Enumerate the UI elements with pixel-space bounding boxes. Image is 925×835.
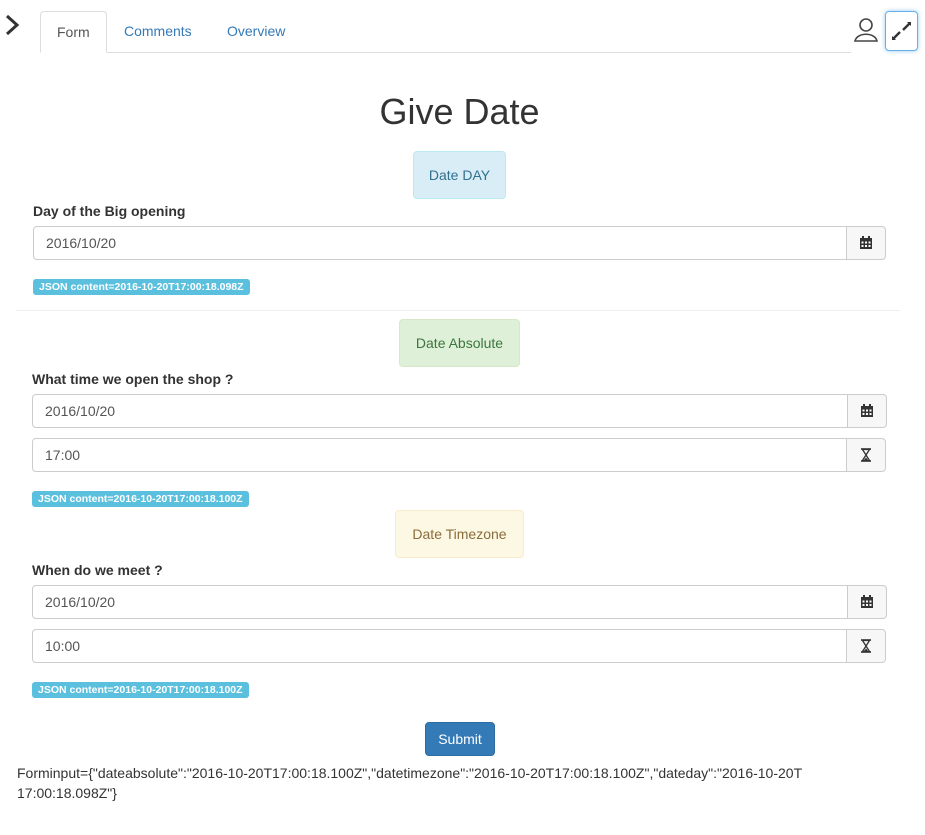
date-timezone-header: Date Timezone	[395, 510, 524, 558]
meet-label: When do we meet ?	[32, 562, 163, 578]
sidebar-toggle-button[interactable]	[2, 10, 24, 40]
timezone-calendar-button[interactable]	[848, 585, 887, 619]
timezone-date-input[interactable]: 2016/10/20	[32, 585, 848, 619]
calendar-icon	[861, 595, 873, 608]
absolute-calendar-button[interactable]	[848, 394, 887, 428]
submit-button[interactable]: Submit	[425, 722, 495, 756]
tab-comments[interactable]: Comments	[108, 11, 208, 53]
date-day-header: Date DAY	[413, 151, 506, 199]
expand-icon	[892, 22, 911, 40]
timezone-json-badge: JSON content=2016-10-20T17:00:18.100Z	[32, 682, 249, 698]
day-date-input[interactable]: 2016/10/20	[33, 226, 847, 260]
calendar-icon	[861, 404, 873, 417]
hourglass-icon	[861, 639, 871, 653]
tab-overview[interactable]: Overview	[211, 11, 301, 53]
timezone-time-input[interactable]: 10:00	[32, 629, 847, 663]
open-shop-label: What time we open the shop ?	[32, 371, 234, 387]
form-output-text: Forminput={"dateabsolute":"2016-10-20T17…	[17, 765, 803, 801]
calendar-icon	[860, 236, 872, 249]
absolute-time-button[interactable]	[847, 438, 886, 472]
user-icon	[854, 18, 878, 42]
section-divider	[16, 310, 900, 311]
tab-form[interactable]: Form	[40, 11, 107, 53]
hourglass-icon	[861, 448, 871, 462]
fullscreen-button[interactable]	[885, 11, 918, 51]
day-json-badge: JSON content=2016-10-20T17:00:18.098Z	[33, 279, 250, 295]
timezone-time-button[interactable]	[847, 629, 886, 663]
absolute-date-input[interactable]: 2016/10/20	[32, 394, 848, 428]
page-title: Give Date	[379, 91, 540, 132]
absolute-time-input[interactable]: 17:00	[32, 438, 847, 472]
absolute-json-badge: JSON content=2016-10-20T17:00:18.100Z	[32, 491, 249, 507]
day-calendar-button[interactable]	[847, 226, 886, 260]
chevron-right-icon	[5, 14, 20, 36]
day-opening-label: Day of the Big opening	[33, 203, 186, 219]
date-absolute-header: Date Absolute	[399, 319, 520, 367]
user-button[interactable]	[851, 15, 881, 45]
